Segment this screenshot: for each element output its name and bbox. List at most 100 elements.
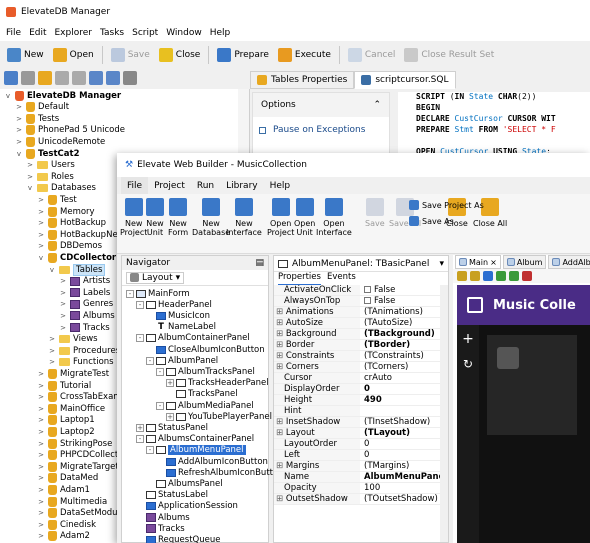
tree-item[interactable]: > UnicodeRemote xyxy=(15,136,105,147)
chevron-right-icon[interactable]: > xyxy=(48,335,56,343)
tree-item[interactable]: > Users xyxy=(26,160,75,171)
expand-icon[interactable]: ⊞ xyxy=(276,329,286,339)
navigator-item[interactable]: Tracks xyxy=(136,523,185,534)
tree-item[interactable]: > MigrateTarget xyxy=(37,461,119,472)
chevron-right-icon[interactable]: > xyxy=(59,324,67,332)
collapse-icon[interactable]: - xyxy=(146,356,154,365)
tree-item[interactable]: > PHPCDCollector xyxy=(37,450,127,461)
navigator-item[interactable]: T NameLabel xyxy=(146,322,216,333)
prop-value[interactable]: (TCorners) xyxy=(360,362,448,372)
align-center-icon[interactable] xyxy=(496,271,506,281)
layout-icon[interactable] xyxy=(89,71,103,85)
chevron-down-icon[interactable]: v xyxy=(26,184,34,192)
collapse-icon[interactable]: - xyxy=(136,334,144,343)
tree-item[interactable]: > DataSetModule xyxy=(37,508,125,519)
collapse-icon[interactable]: - xyxy=(146,446,154,455)
builder-menu-library[interactable]: Library xyxy=(220,177,263,194)
chevron-right-icon[interactable]: > xyxy=(37,498,45,506)
prop-row-layoutorder[interactable]: LayoutOrder 0 xyxy=(274,439,448,450)
expand-icon[interactable]: ⊞ xyxy=(276,461,286,471)
prop-value[interactable]: (TLayout) xyxy=(360,428,448,438)
chevron-down-icon[interactable]: v xyxy=(48,266,56,274)
chevron-right-icon[interactable]: > xyxy=(37,382,45,390)
navigator-item[interactable]: - AlbumMenuPanel xyxy=(146,445,246,456)
prop-value[interactable]: (TAutoSize) xyxy=(360,318,448,328)
prop-value[interactable]: (TConstraints) xyxy=(360,351,448,361)
tree-item[interactable]: > DBDemos xyxy=(37,241,102,252)
tree-item[interactable]: > Memory xyxy=(37,206,95,217)
navigator-item[interactable]: - AlbumsContainerPanel xyxy=(136,434,254,445)
expand-icon[interactable]: + xyxy=(136,423,144,432)
chevron-right-icon[interactable]: > xyxy=(59,312,67,320)
tree-item[interactable]: > Labels xyxy=(59,287,110,298)
ribbon-new-unit-button[interactable]: New Unit xyxy=(146,198,164,237)
navigator-item[interactable]: - MainForm xyxy=(126,288,190,299)
chevron-right-icon[interactable]: > xyxy=(37,219,45,227)
prop-row-cursor[interactable]: Cursor crAuto xyxy=(274,373,448,384)
refresh-album-icon[interactable]: ↻ xyxy=(457,357,479,371)
props-scrollbar[interactable] xyxy=(440,285,448,542)
tree-item[interactable]: > Default xyxy=(15,102,69,113)
navigator-item[interactable]: AddAlbumIconButton xyxy=(156,456,268,467)
prop-value[interactable]: 0 xyxy=(360,439,448,449)
tree-item[interactable]: > Tutorial xyxy=(37,380,91,391)
grid-view-icon[interactable] xyxy=(123,71,137,85)
tree-item[interactable]: > Views xyxy=(48,334,98,345)
builder-menu-project[interactable]: Project xyxy=(148,177,191,194)
tree-item[interactable]: v ElevateDB Manager xyxy=(4,90,121,101)
chevron-right-icon[interactable]: > xyxy=(37,370,45,378)
prop-value[interactable]: (TInsetShadow) xyxy=(360,417,448,427)
ribbon-open-project-button[interactable]: Open Project xyxy=(267,198,294,237)
expand-icon[interactable]: ⊞ xyxy=(276,428,286,438)
pause-checkbox[interactable] xyxy=(259,126,266,134)
chevron-right-icon[interactable]: > xyxy=(59,300,67,308)
close-button[interactable]: Close xyxy=(156,45,204,65)
execute-button[interactable]: Execute xyxy=(275,45,334,65)
menu-edit[interactable]: Edit xyxy=(29,28,46,38)
expand-icon[interactable]: ⊞ xyxy=(276,318,286,328)
chevron-right-icon[interactable]: > xyxy=(37,393,45,401)
prop-row-border[interactable]: ⊞ Border (TBorder) xyxy=(274,340,448,351)
filter2-icon[interactable] xyxy=(72,71,86,85)
chevron-right-icon[interactable]: > xyxy=(48,347,56,355)
layout2-icon[interactable] xyxy=(106,71,120,85)
tree-item[interactable]: > MigrateTest xyxy=(37,368,109,379)
chevron-right-icon[interactable]: > xyxy=(37,208,45,216)
collapse-icon[interactable]: - xyxy=(126,289,134,298)
prop-row-autosize[interactable]: ⊞ AutoSize (TAutoSize) xyxy=(274,318,448,329)
menu-explorer[interactable]: Explorer xyxy=(55,28,92,38)
prop-row-animations[interactable]: ⊞ Animations (TAnimations) xyxy=(274,307,448,318)
prop-row-activateonclick[interactable]: ActivateOnClick False xyxy=(274,285,448,296)
dock-icon[interactable]: ▤ xyxy=(255,258,264,268)
ribbon-open-interface-button[interactable]: Open Interface xyxy=(316,198,352,237)
tree-item[interactable]: > DataMed xyxy=(37,473,98,484)
chevron-right-icon[interactable]: > xyxy=(37,532,45,540)
expand-icon[interactable]: ⊞ xyxy=(276,340,286,350)
prepare-button[interactable]: Prepare xyxy=(214,45,272,65)
tree-item[interactable]: > MainOffice xyxy=(37,403,105,414)
menu-script[interactable]: Script xyxy=(132,28,158,38)
collapse-icon[interactable]: - xyxy=(136,300,144,309)
design-tab-main[interactable]: Main × xyxy=(455,255,501,269)
add-album-icon[interactable]: + xyxy=(457,331,479,347)
chevron-right-icon[interactable]: > xyxy=(26,173,34,181)
prop-value[interactable]: 100 xyxy=(360,483,448,493)
chevron-right-icon[interactable]: > xyxy=(37,231,45,239)
layout-dropdown[interactable]: Layout ▾ xyxy=(126,271,185,284)
navigator-item[interactable]: StatusLabel xyxy=(136,490,208,501)
align-right-icon[interactable] xyxy=(470,271,480,281)
tree-item[interactable]: v CDCollector xyxy=(37,252,116,263)
prop-value[interactable]: (TBorder) xyxy=(360,340,448,350)
tree-item[interactable]: > Tests xyxy=(15,113,59,124)
navigator-item[interactable]: - HeaderPanel xyxy=(136,299,212,310)
prop-value[interactable]: (TOutsetShadow) xyxy=(360,494,448,504)
design-tab-album[interactable]: Album xyxy=(502,255,547,269)
save-button[interactable]: Save xyxy=(108,45,153,65)
tree-item[interactable]: v TestCat2 xyxy=(15,148,80,159)
chevron-right-icon[interactable]: > xyxy=(15,138,23,146)
chevron-right-icon[interactable]: > xyxy=(37,428,45,436)
expand-icon[interactable]: ⊞ xyxy=(276,307,286,317)
collapse-icon[interactable]: - xyxy=(136,435,144,444)
navigator-item[interactable]: AlbumsPanel xyxy=(146,478,223,489)
navigator-item[interactable]: TracksPanel xyxy=(166,389,238,400)
